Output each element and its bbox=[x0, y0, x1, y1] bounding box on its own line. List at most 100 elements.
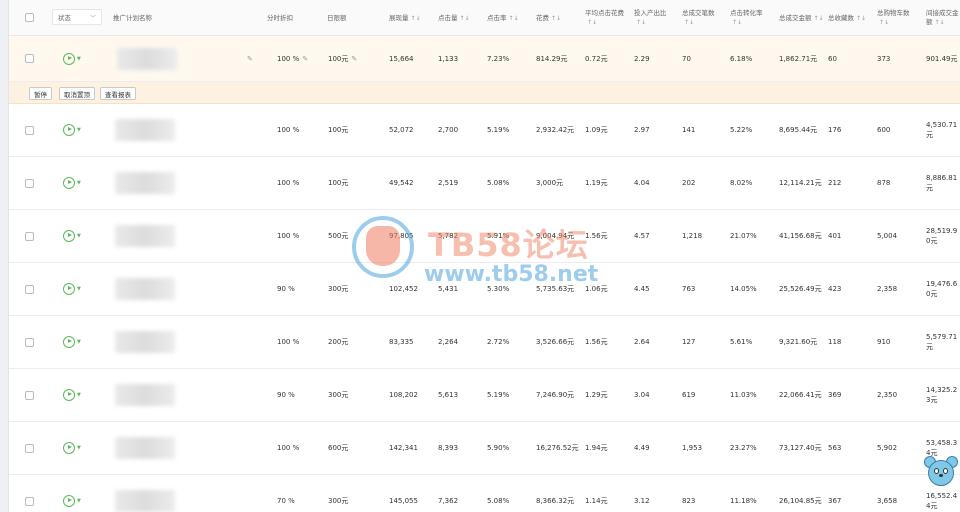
cell-discount: 100 % bbox=[277, 157, 299, 209]
play-icon[interactable] bbox=[63, 283, 75, 295]
view-report-button[interactable]: 查看报表 bbox=[100, 87, 136, 100]
cell-value: 1,133 bbox=[438, 54, 459, 63]
pencil-icon[interactable]: ✎ bbox=[302, 55, 308, 63]
cell-value: 300元 bbox=[328, 497, 349, 505]
sort-icon[interactable]: ↑↓ bbox=[551, 14, 561, 23]
col-header-ctr[interactable]: 点击率 ↑↓ bbox=[487, 0, 519, 36]
col-header-transactions[interactable]: 总成交笔数 ↑↓ bbox=[682, 0, 724, 36]
col-header-favorites[interactable]: 总收藏数 ↑↓ bbox=[828, 0, 868, 36]
sort-icon[interactable]: ↑↓ bbox=[636, 19, 646, 26]
sort-icon[interactable]: ↑↓ bbox=[879, 19, 889, 26]
col-header-gmv[interactable]: 总成交金额 ↑↓ bbox=[779, 0, 827, 36]
campaign-name-redacted[interactable] bbox=[115, 119, 175, 141]
row-checkbox[interactable] bbox=[25, 178, 34, 188]
caret-down-icon[interactable]: ▼ bbox=[77, 127, 81, 133]
play-icon[interactable] bbox=[63, 442, 75, 454]
campaign-name-redacted[interactable] bbox=[115, 437, 175, 459]
sort-icon[interactable]: ↑↓ bbox=[935, 19, 945, 26]
caret-down-icon[interactable]: ▼ bbox=[77, 56, 81, 62]
campaign-name-redacted[interactable] bbox=[115, 331, 175, 353]
table-row[interactable]: ▼ 100 % 200元 83,335 2,264 2.72% 3,526.66元 1.56元… bbox=[9, 316, 960, 369]
row-checkbox[interactable] bbox=[25, 390, 34, 400]
row-checkbox[interactable] bbox=[25, 284, 34, 294]
row-status-toggle[interactable]: ▼ bbox=[63, 36, 81, 81]
pencil-icon[interactable]: ✎ bbox=[247, 55, 253, 63]
mascot-assistant-icon[interactable] bbox=[922, 452, 960, 490]
col-header-roi[interactable]: 投入产出比 ↑↓ bbox=[634, 0, 674, 36]
row-status-toggle[interactable]: ▼ bbox=[63, 210, 81, 262]
cell-carts: 5,004 bbox=[877, 210, 897, 262]
campaign-name-redacted[interactable] bbox=[115, 172, 175, 194]
campaign-name-redacted[interactable] bbox=[115, 384, 175, 406]
cell-value: 5.90% bbox=[487, 444, 510, 452]
table-row[interactable]: ▼ 100 % 100元 49,542 2,519 5.08% 3,000元 1.19元 4.0… bbox=[9, 157, 960, 210]
pause-button[interactable]: 暂停 bbox=[29, 87, 52, 100]
sort-icon[interactable]: ↑↓ bbox=[460, 14, 470, 23]
cell-value: 142,341 bbox=[389, 444, 418, 452]
row-status-toggle[interactable]: ▼ bbox=[63, 157, 81, 209]
sort-icon[interactable]: ↑↓ bbox=[856, 15, 866, 22]
cell-clicks: 8,393 bbox=[438, 422, 458, 474]
unpin-button[interactable]: 取消置顶 bbox=[59, 87, 95, 100]
row-checkbox[interactable] bbox=[25, 231, 34, 241]
row-select-cell bbox=[25, 263, 34, 315]
row-checkbox[interactable] bbox=[25, 496, 34, 506]
table-row[interactable]: ▼ ✎ 100 % ✎ 100元 ✎ 15,664 1,133 7.23% 814.29元 0.72… bbox=[9, 36, 960, 82]
sort-icon[interactable]: ↑↓ bbox=[411, 14, 421, 23]
campaign-name-redacted[interactable] bbox=[115, 278, 175, 300]
caret-down-icon[interactable]: ▼ bbox=[77, 286, 81, 292]
caret-down-icon[interactable]: ▼ bbox=[77, 392, 81, 398]
row-checkbox[interactable] bbox=[25, 54, 34, 63]
cell-gmv: 41,156.68元 bbox=[779, 210, 823, 262]
sort-icon[interactable]: ↑↓ bbox=[732, 19, 742, 26]
sort-icon[interactable]: ↑↓ bbox=[509, 14, 519, 23]
table-row[interactable]: ▼ 100 % 600元 142,341 8,393 5.90% 16,276.52元 1.9… bbox=[9, 422, 960, 475]
caret-down-icon[interactable]: ▼ bbox=[77, 233, 81, 239]
campaign-name-redacted[interactable] bbox=[115, 225, 175, 247]
pencil-icon[interactable]: ✎ bbox=[351, 55, 357, 63]
play-icon[interactable] bbox=[63, 52, 75, 65]
cell-carts: 5,902 bbox=[877, 422, 897, 474]
table-row[interactable]: ▼ 70 % 300元 145,055 7,362 5.08% 8,366.32元 1.14元… bbox=[9, 475, 960, 512]
col-header-cost[interactable]: 花费 ↑↓ bbox=[536, 0, 561, 36]
caret-down-icon[interactable]: ▼ bbox=[77, 180, 81, 186]
sort-icon[interactable]: ↑↓ bbox=[814, 15, 824, 22]
row-status-toggle[interactable]: ▼ bbox=[63, 316, 81, 368]
col-header-cvr[interactable]: 点击转化率 ↑↓ bbox=[730, 0, 772, 36]
campaign-name-redacted[interactable] bbox=[117, 47, 177, 70]
play-icon[interactable] bbox=[63, 389, 75, 401]
caret-down-icon[interactable]: ▼ bbox=[77, 339, 81, 345]
col-header-carts[interactable]: 总购物车数 ↑↓ bbox=[877, 0, 921, 36]
play-icon[interactable] bbox=[63, 230, 75, 242]
play-icon[interactable] bbox=[63, 336, 75, 348]
table-row[interactable]: ▼ 90 % 300元 108,202 5,613 5.19% 7,246.90元 1.29元… bbox=[9, 369, 960, 422]
table-row[interactable]: ▼ 100 % 100元 52,072 2,700 5.19% 2,932.42元 1.09元… bbox=[9, 104, 960, 157]
row-checkbox[interactable] bbox=[25, 443, 34, 453]
select-all-checkbox[interactable] bbox=[25, 13, 34, 22]
play-icon[interactable] bbox=[63, 177, 75, 189]
play-icon[interactable] bbox=[63, 495, 75, 507]
table-row[interactable]: ▼ 90 % 300元 102,452 5,431 5.30% 5,735.63元 1.06元… bbox=[9, 263, 960, 316]
row-status-toggle[interactable]: ▼ bbox=[63, 369, 81, 421]
row-status-toggle[interactable]: ▼ bbox=[63, 475, 81, 512]
sort-icon[interactable]: ↑↓ bbox=[587, 19, 597, 26]
cell-impressions: 97,805 bbox=[389, 210, 414, 262]
col-header-cpc-label: 平均点击花费 bbox=[585, 9, 624, 17]
col-header-impressions[interactable]: 展现量 ↑↓ bbox=[389, 0, 421, 36]
col-header-cpc[interactable]: 平均点击花费 ↑↓ bbox=[585, 0, 625, 36]
caret-down-icon[interactable]: ▼ bbox=[77, 445, 81, 451]
row-status-toggle[interactable]: ▼ bbox=[63, 263, 81, 315]
caret-down-icon[interactable]: ▼ bbox=[77, 498, 81, 504]
play-icon[interactable] bbox=[63, 124, 75, 136]
col-header-clicks[interactable]: 点击量 ↑↓ bbox=[438, 0, 470, 36]
row-status-toggle[interactable]: ▼ bbox=[63, 422, 81, 474]
cell-transactions: 70 bbox=[682, 36, 691, 81]
row-status-toggle[interactable]: ▼ bbox=[63, 104, 81, 156]
campaign-name-redacted[interactable] bbox=[115, 490, 175, 512]
row-checkbox[interactable] bbox=[25, 337, 34, 347]
col-header-indirect-gmv[interactable]: 间接成交金额 ↑↓ bbox=[926, 0, 960, 36]
table-row[interactable]: ▼ 100 % 500元 97,805 5,782 5.91% 9,004.94元 1.56元… bbox=[9, 210, 960, 263]
sort-icon[interactable]: ↑↓ bbox=[684, 19, 694, 26]
row-checkbox[interactable] bbox=[25, 125, 34, 135]
status-filter-select[interactable]: 状态 ﹀ bbox=[52, 9, 102, 25]
